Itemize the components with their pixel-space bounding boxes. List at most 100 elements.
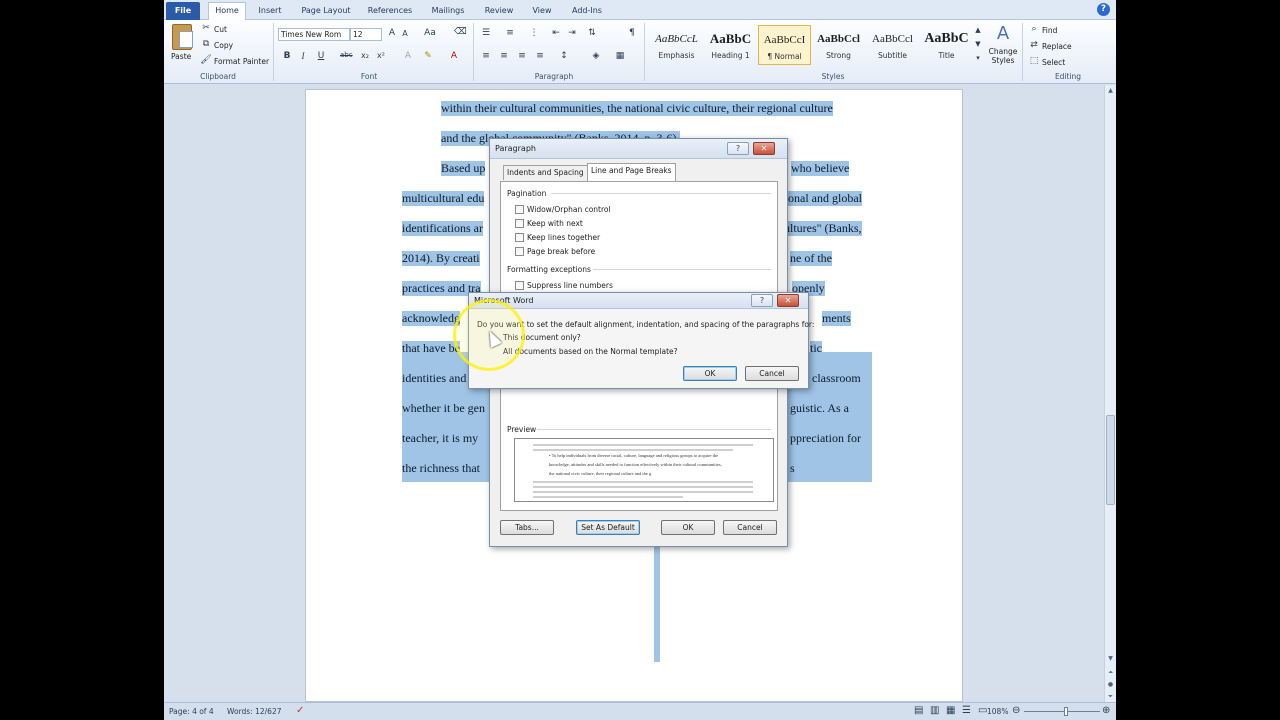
close-icon[interactable]: ✕ bbox=[777, 294, 799, 307]
keep-lines-together-checkbox[interactable] bbox=[515, 233, 524, 242]
text-effects-icon[interactable]: A bbox=[402, 51, 414, 61]
style-strong[interactable]: AaBbCcl Strong bbox=[812, 25, 865, 65]
help-icon[interactable]: ? bbox=[1097, 3, 1110, 16]
superscript-icon[interactable]: x² bbox=[375, 51, 387, 60]
select-browse-object-icon[interactable]: ● bbox=[1105, 679, 1116, 690]
bold-icon[interactable]: B bbox=[281, 51, 293, 61]
bullets-icon[interactable]: ☰ bbox=[480, 28, 492, 38]
replace-icon: ⇄ bbox=[1030, 40, 1038, 50]
widow-orphan-checkbox[interactable] bbox=[515, 205, 524, 214]
scrollbar-thumb[interactable] bbox=[1106, 415, 1115, 505]
style-subtitle[interactable]: AaBbCcl Subtitle bbox=[866, 25, 919, 65]
suppress-line-numbers-checkbox[interactable] bbox=[515, 281, 524, 290]
copy-button[interactable]: Copy bbox=[214, 41, 233, 50]
font-color-icon[interactable]: A bbox=[448, 51, 460, 61]
help-icon[interactable]: ? bbox=[751, 294, 773, 307]
line-spacing-icon[interactable]: ↕ bbox=[558, 51, 570, 61]
zoom-slider[interactable] bbox=[1024, 711, 1100, 712]
close-icon[interactable]: ✕ bbox=[753, 142, 775, 155]
tab-mailings[interactable]: Mailings bbox=[426, 3, 470, 20]
dialog-title: Paragraph bbox=[495, 144, 536, 153]
print-layout-icon[interactable]: ▤ bbox=[914, 705, 923, 716]
styles-more-icon[interactable]: ▾ bbox=[974, 54, 982, 62]
vertical-scrollbar[interactable]: ▲ ▼ ⏶ ● ⏷ bbox=[1104, 85, 1116, 702]
scroll-up-icon[interactable]: ▲ bbox=[1105, 85, 1116, 96]
zoom-slider-thumb[interactable] bbox=[1064, 707, 1068, 716]
paste-icon[interactable] bbox=[172, 24, 193, 50]
tab-references[interactable]: References bbox=[364, 3, 416, 20]
clipboard-group-label: Clipboard bbox=[200, 72, 236, 81]
clear-formatting-icon[interactable]: ⌫ bbox=[454, 27, 467, 37]
subscript-icon[interactable]: x₂ bbox=[359, 51, 371, 60]
select-button[interactable]: Select bbox=[1042, 58, 1065, 67]
proofing-icon[interactable]: ✓ bbox=[296, 705, 304, 716]
previous-page-icon[interactable]: ⏶ bbox=[1105, 667, 1116, 678]
ok-button[interactable]: OK bbox=[661, 520, 715, 535]
style-title[interactable]: AaBbC Title bbox=[920, 25, 973, 65]
separator bbox=[644, 23, 645, 81]
increase-indent-icon[interactable]: ⇥ bbox=[566, 28, 578, 38]
font-name-select[interactable]: Times New Rom bbox=[278, 28, 350, 41]
multilevel-list-icon[interactable]: ⋮ bbox=[528, 28, 540, 38]
tab-home[interactable]: Home bbox=[208, 2, 246, 20]
page-count[interactable]: Page: 4 of 4 bbox=[169, 707, 214, 716]
strikethrough-icon[interactable]: abc bbox=[340, 51, 353, 59]
web-layout-icon[interactable]: ▦ bbox=[946, 705, 955, 716]
style-sample: AaBbCcl bbox=[817, 33, 860, 45]
tab-review[interactable]: Review bbox=[480, 3, 518, 20]
align-center-icon[interactable]: ≡ bbox=[498, 51, 510, 61]
style-normal[interactable]: AaBbCcI ¶ Normal bbox=[758, 25, 811, 65]
decrease-indent-icon[interactable]: ⇤ bbox=[550, 28, 562, 38]
grow-font-icon[interactable]: A bbox=[386, 28, 398, 38]
tab-add-ins[interactable]: Add-Ins bbox=[567, 3, 607, 20]
zoom-in-icon[interactable]: ⊕ bbox=[1102, 705, 1110, 716]
show-marks-icon[interactable]: ¶ bbox=[626, 28, 638, 38]
tab-file[interactable]: File bbox=[166, 2, 200, 20]
tab-insert[interactable]: Insert bbox=[253, 3, 287, 20]
page-break-before-checkbox[interactable] bbox=[515, 247, 524, 256]
cancel-button[interactable]: Cancel bbox=[723, 520, 777, 535]
scroll-down-icon[interactable]: ▼ bbox=[1105, 653, 1116, 664]
format-painter-button[interactable]: Format Painter bbox=[214, 57, 269, 66]
change-case-icon[interactable]: Aa bbox=[424, 28, 436, 38]
find-button[interactable]: Find bbox=[1042, 26, 1057, 35]
tab-line-and-page-breaks[interactable]: Line and Page Breaks bbox=[587, 163, 676, 181]
paste-button[interactable]: Paste bbox=[171, 52, 191, 61]
preview-text: • To help individuals from diverse racia… bbox=[549, 453, 719, 458]
numbering-icon[interactable]: ≡ bbox=[504, 28, 516, 38]
align-right-icon[interactable]: ≡ bbox=[516, 51, 528, 61]
tab-view[interactable]: View bbox=[527, 3, 557, 20]
justify-icon[interactable]: ≡ bbox=[534, 51, 546, 61]
zoom-out-icon[interactable]: ⊖ bbox=[1012, 705, 1020, 716]
tabs-button[interactable]: Tabs... bbox=[500, 520, 554, 535]
shading-icon[interactable]: ◈ bbox=[590, 51, 602, 61]
tab-page-layout[interactable]: Page Layout bbox=[296, 3, 356, 20]
full-screen-reading-icon[interactable]: ▥ bbox=[930, 705, 939, 716]
styles-scroll-up-icon[interactable]: ▲ bbox=[974, 26, 982, 34]
underline-icon[interactable]: U bbox=[315, 51, 327, 61]
cut-button[interactable]: Cut bbox=[214, 25, 227, 34]
cancel-button[interactable]: Cancel bbox=[745, 366, 799, 381]
align-left-icon[interactable]: ≡ bbox=[480, 51, 492, 61]
ok-button[interactable]: OK bbox=[683, 366, 737, 381]
keep-with-next-checkbox[interactable] bbox=[515, 219, 524, 228]
italic-icon[interactable]: I bbox=[297, 51, 309, 61]
help-icon[interactable]: ? bbox=[727, 142, 749, 155]
next-page-icon[interactable]: ⏷ bbox=[1105, 691, 1116, 702]
font-size-select[interactable]: 12 bbox=[350, 28, 382, 41]
change-styles-button[interactable]: Change Styles bbox=[987, 47, 1019, 65]
replace-button[interactable]: Replace bbox=[1042, 42, 1072, 51]
option-all-documents[interactable]: All documents based on the Normal templa… bbox=[503, 347, 678, 356]
highlight-icon[interactable]: ✎ bbox=[422, 51, 434, 61]
sort-icon[interactable]: ⇅ bbox=[586, 28, 598, 38]
word-count[interactable]: Words: 12/627 bbox=[227, 707, 281, 716]
styles-scroll-down-icon[interactable]: ▼ bbox=[974, 40, 982, 48]
style-emphasis[interactable]: AaBbCcL Emphasis bbox=[650, 25, 703, 65]
style-heading-1[interactable]: AaBbC Heading 1 bbox=[704, 25, 757, 65]
zoom-level[interactable]: 108% bbox=[987, 707, 1008, 716]
tab-indents-and-spacing[interactable]: Indents and Spacing bbox=[503, 165, 588, 180]
outline-icon[interactable]: ☰ bbox=[962, 705, 971, 716]
set-as-default-button[interactable]: Set As Default bbox=[576, 520, 640, 535]
borders-icon[interactable]: ▦ bbox=[614, 51, 626, 61]
shrink-font-icon[interactable]: A bbox=[399, 29, 411, 38]
